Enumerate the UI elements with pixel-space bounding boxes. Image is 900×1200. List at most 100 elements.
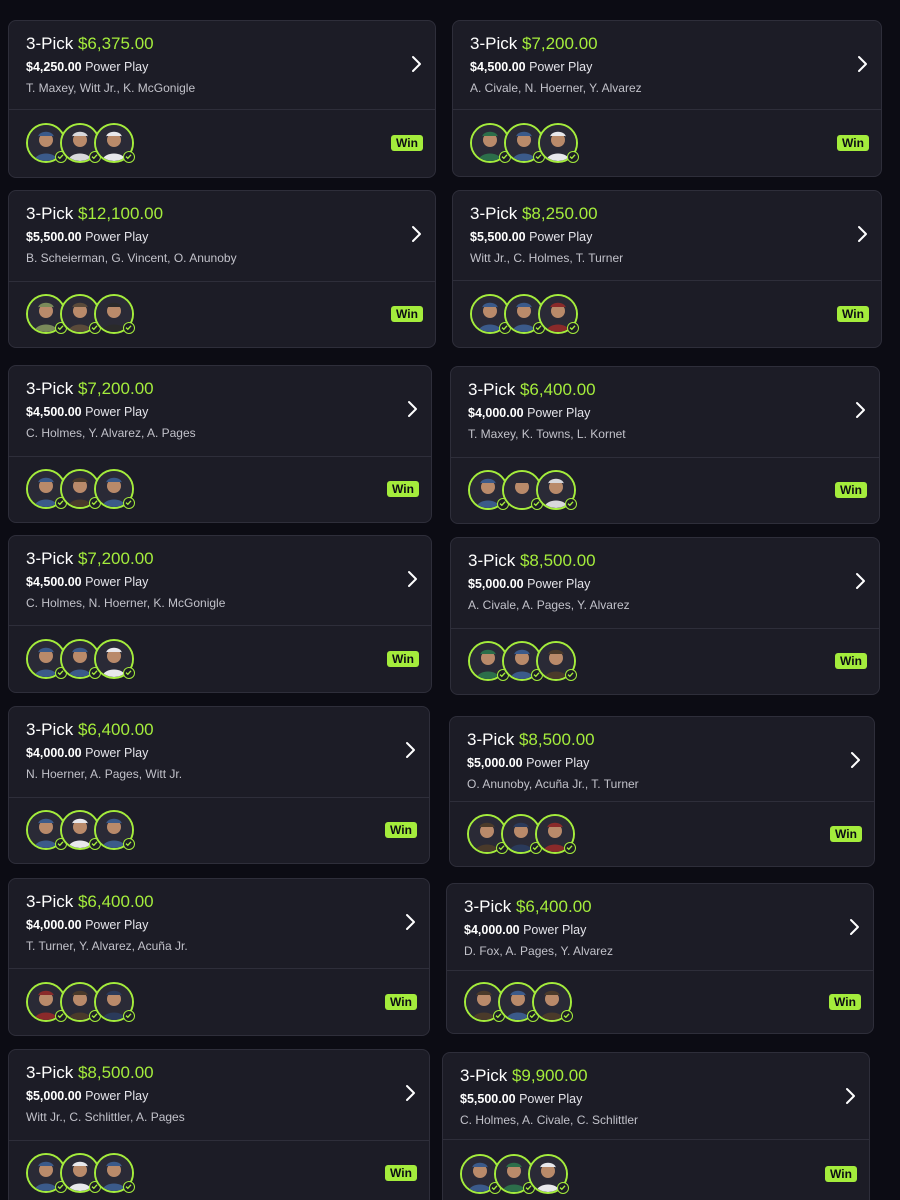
entry-card[interactable]: 3-Pick $8,500.00 $5,000.00 Power Play O.… bbox=[449, 716, 875, 867]
pick-type: 3-Pick bbox=[470, 34, 518, 53]
player-avatars bbox=[26, 810, 146, 850]
entry-title: 3-Pick $7,200.00 bbox=[470, 34, 598, 54]
chevron-right-icon[interactable] bbox=[843, 1087, 857, 1105]
entry-card[interactable]: 3-Pick $8,500.00 $5,000.00 Power Play A.… bbox=[450, 537, 880, 695]
stake-amount: $4,250.00 bbox=[26, 60, 82, 74]
pick-type: 3-Pick bbox=[467, 730, 515, 749]
pick-type: 3-Pick bbox=[468, 551, 516, 570]
stake-amount: $4,500.00 bbox=[470, 60, 526, 74]
player-avatars bbox=[467, 814, 587, 854]
pick-type: 3-Pick bbox=[26, 720, 74, 739]
check-circle-icon bbox=[123, 1010, 135, 1022]
player-avatars bbox=[26, 469, 146, 509]
entry-card[interactable]: 3-Pick $7,200.00 $4,500.00 Power Play C.… bbox=[8, 365, 432, 523]
payout-amount: $9,900.00 bbox=[511, 1066, 588, 1085]
play-type: Power Play bbox=[85, 60, 149, 74]
card-divider bbox=[451, 457, 879, 458]
payout-amount: $6,400.00 bbox=[77, 720, 154, 739]
player-avatars bbox=[26, 123, 146, 163]
chevron-right-icon[interactable] bbox=[409, 225, 423, 243]
entry-title: 3-Pick $6,375.00 bbox=[26, 34, 154, 54]
status-badge: Win bbox=[835, 653, 867, 669]
chevron-right-icon[interactable] bbox=[405, 400, 419, 418]
stake-amount: $5,000.00 bbox=[26, 1089, 82, 1103]
entry-card[interactable]: 3-Pick $8,500.00 $5,000.00 Power Play Wi… bbox=[8, 1049, 430, 1200]
entry-card[interactable]: 3-Pick $7,200.00 $4,500.00 Power Play C.… bbox=[8, 535, 432, 693]
check-circle-icon bbox=[123, 667, 135, 679]
entry-card[interactable]: 3-Pick $7,200.00 $4,500.00 Power Play A.… bbox=[452, 20, 882, 177]
entry-stake: $4,500.00 Power Play bbox=[26, 575, 148, 590]
payout-amount: $8,500.00 bbox=[77, 1063, 154, 1082]
play-type: Power Play bbox=[85, 1089, 149, 1103]
pick-type: 3-Pick bbox=[470, 204, 518, 223]
entry-stake: $4,000.00 Power Play bbox=[26, 746, 148, 761]
entry-stake: $4,500.00 Power Play bbox=[26, 405, 148, 420]
card-divider bbox=[447, 970, 873, 971]
payout-amount: $8,500.00 bbox=[519, 551, 596, 570]
check-circle-icon bbox=[123, 838, 135, 850]
play-type: Power Play bbox=[529, 60, 593, 74]
chevron-right-icon[interactable] bbox=[855, 225, 869, 243]
payout-amount: $6,400.00 bbox=[515, 897, 592, 916]
pick-type: 3-Pick bbox=[26, 892, 74, 911]
chevron-right-icon[interactable] bbox=[847, 918, 861, 936]
stake-amount: $4,000.00 bbox=[468, 406, 524, 420]
status-badge: Win bbox=[385, 822, 417, 838]
chevron-right-icon[interactable] bbox=[848, 751, 862, 769]
stake-amount: $4,000.00 bbox=[464, 923, 520, 937]
entry-stake: $4,000.00 Power Play bbox=[468, 406, 590, 421]
player-names: T. Maxey, Witt Jr., K. McGonigle bbox=[26, 81, 196, 95]
check-circle-icon bbox=[561, 1010, 573, 1022]
player-names: O. Anunoby, Acuña Jr., T. Turner bbox=[467, 777, 639, 791]
entry-title: 3-Pick $9,900.00 bbox=[460, 1066, 588, 1086]
player-names: C. Holmes, Y. Alvarez, A. Pages bbox=[26, 426, 196, 440]
play-type: Power Play bbox=[85, 575, 149, 589]
player-avatars bbox=[26, 294, 146, 334]
status-badge: Win bbox=[385, 1165, 417, 1181]
pick-type: 3-Pick bbox=[26, 1063, 74, 1082]
check-circle-icon bbox=[565, 498, 577, 510]
chevron-right-icon[interactable] bbox=[409, 55, 423, 73]
pick-type: 3-Pick bbox=[26, 379, 74, 398]
card-divider bbox=[9, 456, 431, 457]
entry-title: 3-Pick $12,100.00 bbox=[26, 204, 163, 224]
player-avatars bbox=[464, 982, 584, 1022]
card-divider bbox=[443, 1139, 869, 1140]
chevron-right-icon[interactable] bbox=[405, 570, 419, 588]
card-divider bbox=[450, 801, 874, 802]
entry-card[interactable]: 3-Pick $6,375.00 $4,250.00 Power Play T.… bbox=[8, 20, 436, 178]
chevron-right-icon[interactable] bbox=[403, 1084, 417, 1102]
card-divider bbox=[9, 625, 431, 626]
entry-card[interactable]: 3-Pick $6,400.00 $4,000.00 Power Play D.… bbox=[446, 883, 874, 1034]
entry-card[interactable]: 3-Pick $6,400.00 $4,000.00 Power Play T.… bbox=[450, 366, 880, 524]
player-names: T. Turner, Y. Alvarez, Acuña Jr. bbox=[26, 939, 188, 953]
entry-stake: $5,500.00 Power Play bbox=[26, 230, 148, 245]
entry-stake: $5,500.00 Power Play bbox=[470, 230, 592, 245]
chevron-right-icon[interactable] bbox=[403, 913, 417, 931]
entry-card[interactable]: 3-Pick $8,250.00 $5,500.00 Power Play Wi… bbox=[452, 190, 882, 348]
entry-card[interactable]: 3-Pick $12,100.00 $5,500.00 Power Play B… bbox=[8, 190, 436, 348]
entry-card[interactable]: 3-Pick $6,400.00 $4,000.00 Power Play N.… bbox=[8, 706, 430, 864]
card-divider bbox=[453, 280, 881, 281]
check-circle-icon bbox=[123, 322, 135, 334]
entry-card[interactable]: 3-Pick $6,400.00 $4,000.00 Power Play T.… bbox=[8, 878, 430, 1036]
player-names: C. Holmes, N. Hoerner, K. McGonigle bbox=[26, 596, 226, 610]
player-avatars bbox=[468, 641, 588, 681]
chevron-right-icon[interactable] bbox=[855, 55, 869, 73]
check-circle-icon bbox=[565, 669, 577, 681]
stake-amount: $5,000.00 bbox=[468, 577, 524, 591]
chevron-right-icon[interactable] bbox=[403, 741, 417, 759]
stake-amount: $5,000.00 bbox=[467, 756, 523, 770]
payout-amount: $7,200.00 bbox=[77, 549, 154, 568]
pick-type: 3-Pick bbox=[26, 204, 74, 223]
play-type: Power Play bbox=[527, 577, 591, 591]
chevron-right-icon[interactable] bbox=[853, 572, 867, 590]
entry-card[interactable]: 3-Pick $9,900.00 $5,500.00 Power Play C.… bbox=[442, 1052, 870, 1200]
entry-title: 3-Pick $8,500.00 bbox=[467, 730, 595, 750]
status-badge: Win bbox=[837, 135, 869, 151]
card-divider bbox=[9, 109, 435, 110]
player-names: N. Hoerner, A. Pages, Witt Jr. bbox=[26, 767, 183, 781]
chevron-right-icon[interactable] bbox=[853, 401, 867, 419]
entry-title: 3-Pick $7,200.00 bbox=[26, 549, 154, 569]
payout-amount: $8,250.00 bbox=[521, 204, 598, 223]
